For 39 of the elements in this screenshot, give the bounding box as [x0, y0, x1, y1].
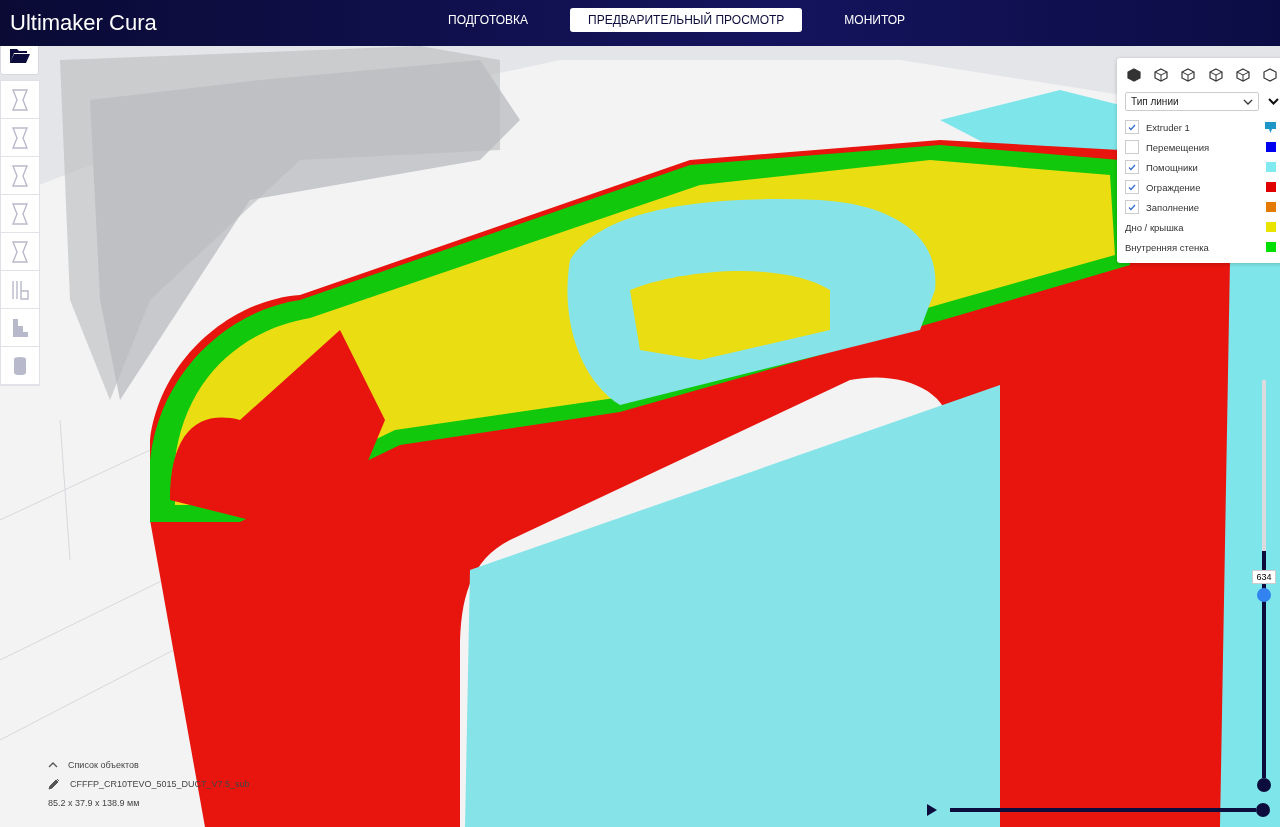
collapse-chevron-icon[interactable]	[1268, 98, 1279, 105]
right-view-icon[interactable]	[1233, 66, 1252, 84]
checkbox[interactable]	[1125, 140, 1139, 154]
layer-number-field[interactable]: 634	[1252, 570, 1276, 584]
check-icon	[1128, 183, 1136, 191]
legend-label: Заполнение	[1146, 201, 1201, 213]
chevron-down-icon	[1243, 98, 1253, 105]
legend-label: Ограждение	[1146, 181, 1202, 193]
model-dimensions: 85.2 x 37.9 x 138.9 мм	[48, 798, 141, 808]
check-icon	[1128, 123, 1136, 131]
checkbox[interactable]	[1125, 200, 1139, 214]
stage-tab[interactable]: ПРЕДВАРИТЕЛЬНЫЙ ПРОСМОТР	[570, 8, 803, 32]
checkbox[interactable]	[1125, 120, 1139, 134]
stage-tab[interactable]: ПОДГОТОВКА	[430, 8, 547, 32]
open-file-button[interactable]	[0, 46, 39, 75]
checkbox[interactable]	[1125, 180, 1139, 194]
stage-tab[interactable]: МОНИТОР	[826, 8, 924, 32]
top-view-icon[interactable]	[1179, 66, 1198, 84]
path-slider-bar[interactable]	[950, 808, 1256, 812]
app-logo: Ultimaker Cura	[9, 10, 157, 36]
check-icon	[1128, 203, 1136, 211]
legend-label: Помощники	[1146, 161, 1199, 173]
checkbox[interactable]	[1125, 160, 1139, 174]
legend-label: Extruder 1	[1146, 121, 1191, 133]
legend-label: Дно / крышка	[1125, 221, 1185, 233]
support-blocker-icon	[10, 278, 30, 301]
left-view-icon[interactable]	[1206, 66, 1225, 84]
object-list-toggle[interactable]: Список объектов	[68, 760, 139, 770]
pencil-icon[interactable]	[48, 778, 60, 790]
front-view-icon[interactable]	[1152, 66, 1171, 84]
play-icon[interactable]	[926, 803, 938, 817]
legend-label: Внутренняя стенка	[1125, 241, 1210, 253]
layers-icon	[10, 316, 30, 339]
chevron-up-icon[interactable]	[48, 762, 58, 768]
3d-view-icon[interactable]	[1125, 66, 1143, 84]
legend-label: Перемещения	[1146, 141, 1211, 153]
check-icon	[1128, 163, 1136, 171]
view-type-dropdown[interactable]: Тип линии	[1125, 92, 1259, 111]
folder-icon	[8, 48, 31, 64]
